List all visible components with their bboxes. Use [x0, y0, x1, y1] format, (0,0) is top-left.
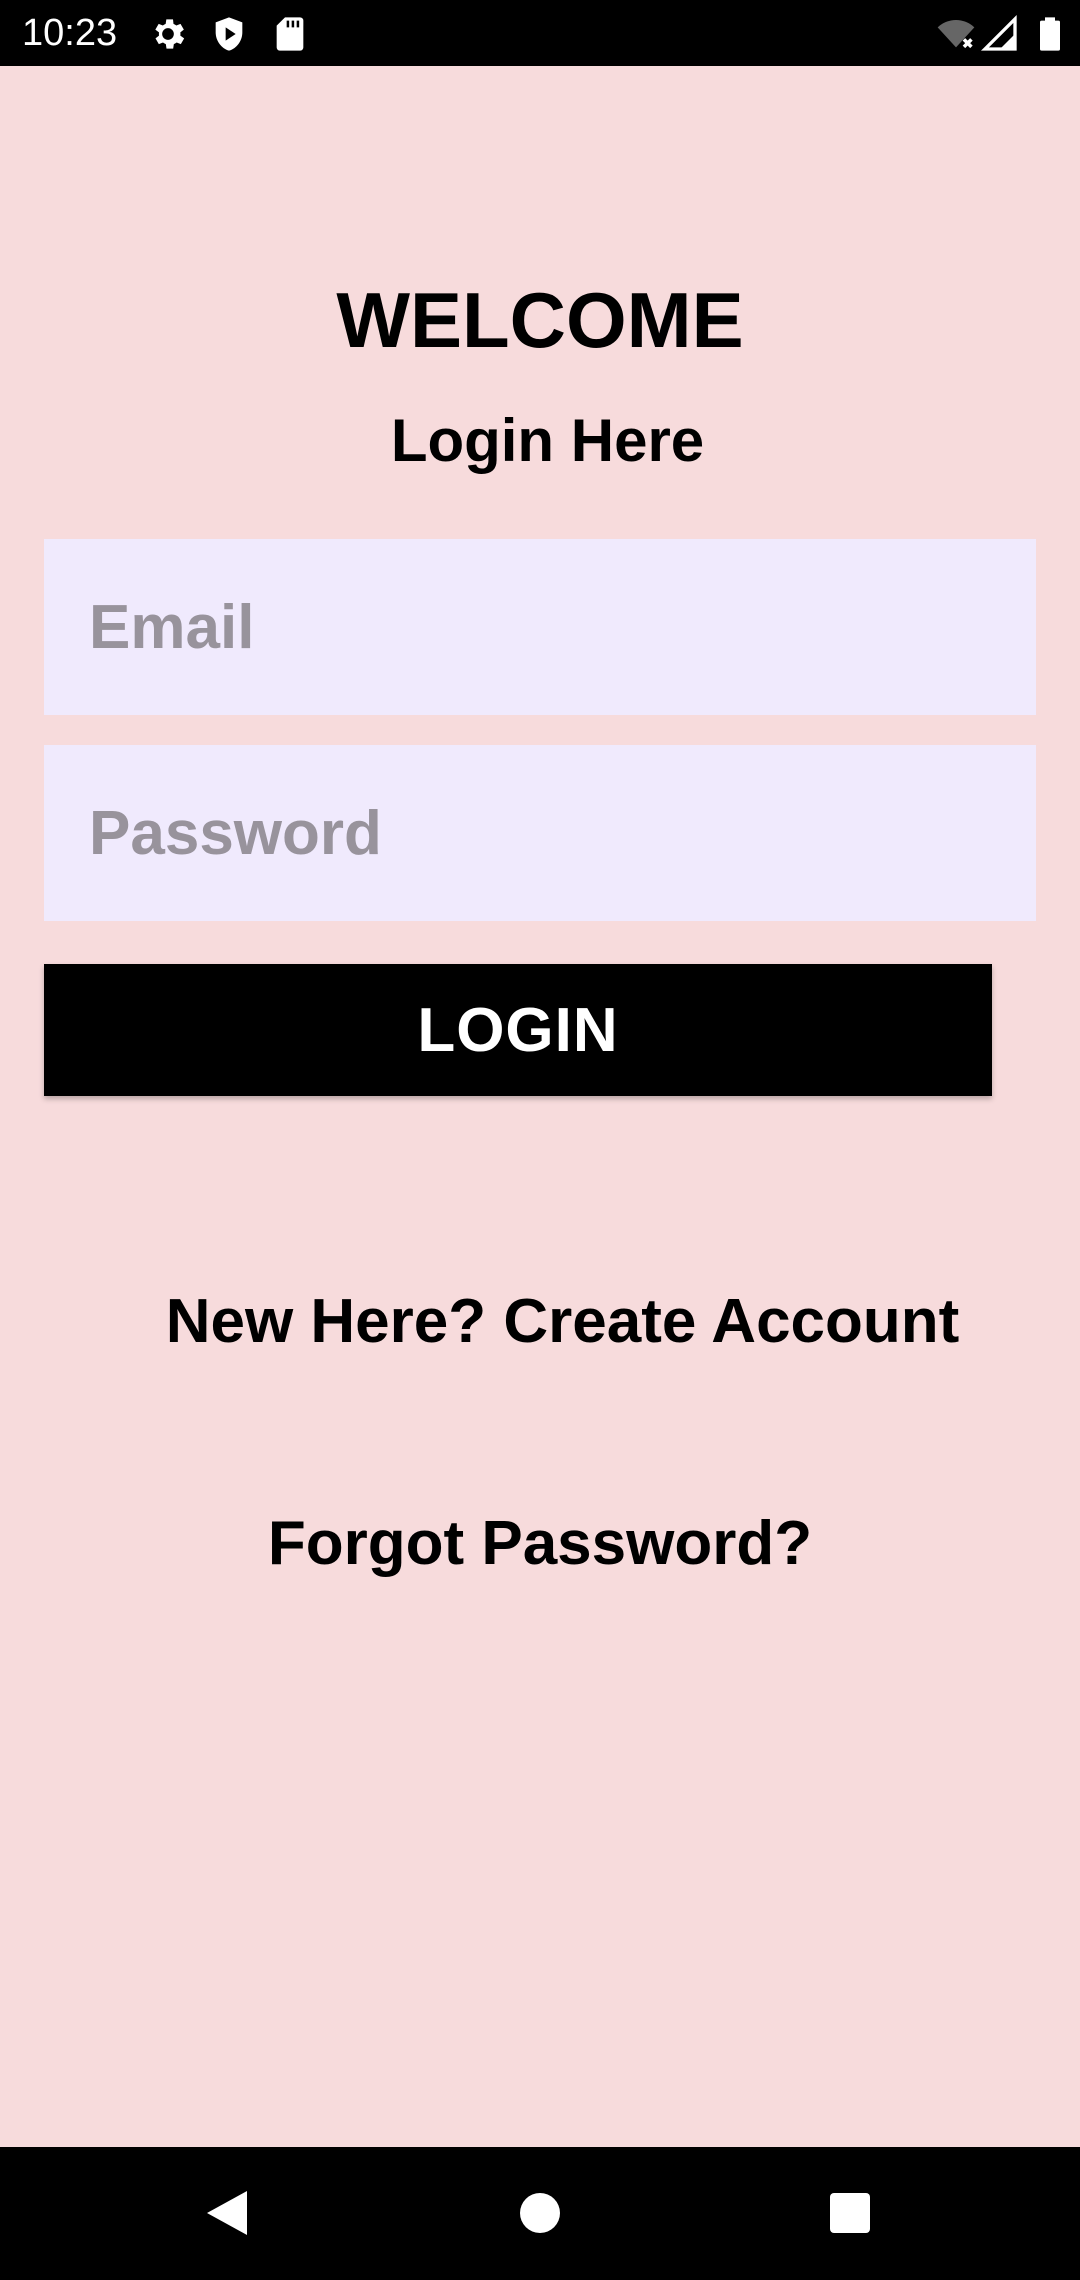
login-button[interactable]: LOGIN: [44, 964, 992, 1096]
navigation-bar: [0, 2147, 1080, 2280]
forgot-password-link[interactable]: Forgot Password?: [0, 1508, 1080, 1580]
gear-icon: [148, 14, 188, 54]
status-bar: 10:23: [0, 0, 1080, 66]
status-time: 10:23: [22, 12, 118, 54]
sd-card-icon: [270, 14, 310, 54]
login-screen: 10:23 WELCOME Login Here LOGIN New Here?…: [0, 0, 1080, 2280]
back-icon[interactable]: [185, 2173, 265, 2253]
password-field[interactable]: [44, 745, 1036, 921]
page-title: WELCOME: [336, 276, 744, 364]
home-icon[interactable]: [500, 2173, 580, 2253]
shield-play-icon: [209, 14, 249, 54]
email-field[interactable]: [44, 539, 1036, 715]
battery-icon: [1030, 14, 1070, 54]
create-account-link[interactable]: New Here? Create Account: [0, 1286, 1080, 1358]
recents-icon[interactable]: [810, 2173, 890, 2253]
wifi-off-icon: [936, 14, 976, 54]
cell-signal-icon: [980, 14, 1020, 54]
page-subtitle: Login Here: [390, 407, 705, 474]
